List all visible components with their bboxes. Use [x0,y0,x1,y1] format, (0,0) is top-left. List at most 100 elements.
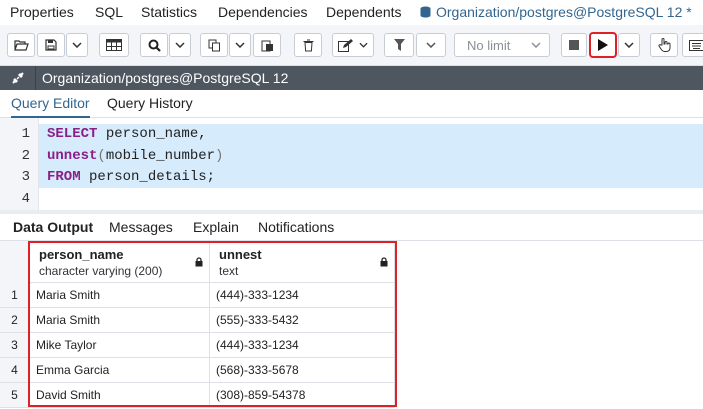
paste-icon [261,40,273,51]
filter-dropdown-button[interactable] [416,33,446,57]
execute-button[interactable] [589,32,617,58]
column-header-unnest[interactable]: unnest text [210,241,395,283]
column-name: person_name [39,247,124,262]
lock-icon [195,257,203,267]
save-button[interactable] [37,33,65,57]
chevron-down-icon [175,42,185,48]
output-tab-bar: Data Output Messages Explain Notificatio… [0,214,703,241]
save-dropdown-button[interactable] [66,33,88,57]
filter-icon [393,39,405,51]
table-cell[interactable]: Mike Taylor [30,333,210,358]
stop-button[interactable] [561,33,587,57]
folder-open-icon [13,40,29,51]
edit-grid-button[interactable] [99,33,129,57]
paste-button[interactable] [253,33,281,57]
sql-function: unnest [47,148,98,164]
tab-statistics[interactable]: Statistics [141,0,197,25]
column-header-person-name[interactable]: person_name character varying (200) [30,241,210,283]
code-line: SELECT person_name, [47,126,207,142]
tab-sql[interactable]: SQL [95,0,123,25]
find-dropdown-button[interactable] [169,33,191,57]
sql-keyword: SELECT [47,126,98,142]
copy-dropdown-button[interactable] [229,33,251,57]
code-line: FROM person_details; [47,169,215,185]
chevron-down-icon [359,42,368,48]
top-tab-bar: Properties SQL Statistics Dependencies D… [0,0,703,27]
grid-corner[interactable] [0,241,31,284]
sql-editor[interactable]: 1 2 3 4 SELECT person_name, unnest(mobil… [0,118,703,210]
line-number: 1 [21,126,30,142]
connection-icon[interactable] [10,70,26,86]
tab-query-tool-label: Organization/postgres@PostgreSQL 12 * [436,4,692,20]
tab-query-history[interactable]: Query History [107,90,193,116]
column-name: unnest [219,247,262,262]
row-number[interactable]: 3 [0,333,30,358]
chevron-down-icon [426,42,436,48]
column-type: text [219,264,239,278]
table-cell[interactable]: (444)-333-1234 [210,283,395,308]
filter-button[interactable] [384,33,414,57]
database-icon [420,6,431,18]
toolbar: No limit [0,25,703,66]
row-limit-select[interactable]: No limit [454,33,550,57]
copy-button[interactable] [200,33,228,57]
keyboard-shortcuts-button[interactable] [682,33,703,57]
connection-label[interactable]: Organization/postgres@PostgreSQL 12 [42,66,288,90]
chevron-down-icon [624,42,634,48]
code-text: mobile_number [105,148,216,164]
tab-query-editor[interactable]: Query Editor [11,90,90,118]
save-icon [45,39,57,51]
tab-query-tool[interactable]: Organization/postgres@PostgreSQL 12 * [420,0,692,27]
tab-data-output[interactable]: Data Output [13,214,93,239]
table-cell[interactable]: Maria Smith [30,308,210,333]
tab-notifications[interactable]: Notifications [258,214,334,239]
table-cell[interactable]: (308)-859-54378 [210,383,395,408]
table-icon [106,39,122,51]
stop-icon [569,40,579,50]
tab-explain[interactable]: Explain [193,214,239,239]
code-paren: ( [97,148,106,164]
sql-keyword: FROM [47,169,81,185]
copy-icon [208,39,220,51]
row-number[interactable]: 2 [0,308,30,333]
code-line: unnest(mobile_number) [47,148,223,164]
chevron-down-icon [72,42,82,48]
chevron-down-icon [531,42,541,48]
find-button[interactable] [140,33,168,57]
line-number: 4 [21,191,30,207]
table-cell[interactable]: (555)-333-5432 [210,308,395,333]
hand-pointer-icon [657,38,670,52]
row-number[interactable]: 4 [0,358,30,383]
open-file-button[interactable] [7,33,35,57]
row-number[interactable]: 5 [0,383,30,408]
table-cell[interactable]: (568)-333-5678 [210,358,395,383]
table-cell[interactable]: Emma Garcia [30,358,210,383]
macros-button[interactable] [650,33,678,57]
row-limit-value: No limit [467,37,511,53]
line-number: 2 [21,148,30,164]
column-type: character varying (200) [39,264,163,278]
trash-icon [303,39,313,51]
play-icon [598,39,608,51]
table-cell[interactable]: David Smith [30,383,210,408]
tab-messages[interactable]: Messages [109,214,173,239]
delete-button[interactable] [294,33,322,57]
code-paren: ) [215,148,224,164]
code-text: person_details; [80,169,216,185]
row-number[interactable]: 1 [0,283,30,308]
connection-bar: Organization/postgres@PostgreSQL 12 [0,66,703,90]
edit-button[interactable] [332,33,374,57]
execute-dropdown-button[interactable] [618,33,640,57]
pencil-square-icon [338,38,353,52]
lock-icon [380,257,388,267]
table-cell[interactable]: (444)-333-1234 [210,333,395,358]
connection-bar-separator [35,66,36,90]
keyboard-icon [688,39,703,51]
code-text: person_name, [97,126,207,142]
table-cell[interactable]: Maria Smith [30,283,210,308]
tab-dependencies[interactable]: Dependencies [218,0,308,25]
search-icon [148,39,161,52]
query-tab-bar: Query Editor Query History [0,90,703,118]
tab-properties[interactable]: Properties [10,0,74,25]
tab-dependents[interactable]: Dependents [326,0,402,25]
